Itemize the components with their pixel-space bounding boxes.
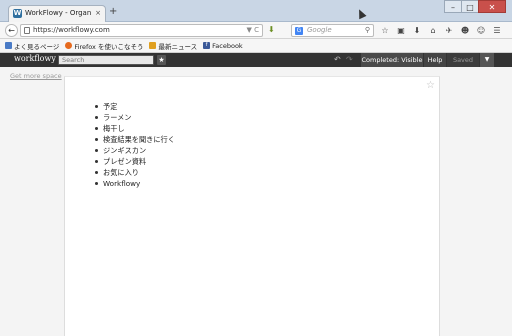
outline-item-text[interactable]: ジンギスカン bbox=[103, 146, 146, 155]
redo-icon[interactable]: ↷ bbox=[346, 55, 353, 65]
bullet-icon[interactable] bbox=[95, 182, 98, 185]
outline-item[interactable]: Workflowy bbox=[93, 178, 175, 189]
bullet-icon[interactable] bbox=[95, 116, 98, 119]
help-button[interactable]: Help bbox=[424, 53, 446, 67]
bookmark-label: よく見るページ bbox=[14, 42, 60, 51]
close-window-button[interactable]: ✕ bbox=[478, 0, 506, 13]
bullet-icon[interactable] bbox=[95, 127, 98, 130]
bullet-icon[interactable] bbox=[95, 138, 98, 141]
outline-item[interactable]: お気に入り bbox=[93, 167, 175, 178]
undo-icon[interactable]: ↶ bbox=[334, 55, 341, 65]
bullet-icon[interactable] bbox=[95, 160, 98, 163]
saved-status: Saved bbox=[447, 53, 479, 67]
facebook-icon: f bbox=[203, 42, 211, 49]
bookmark-firefox[interactable]: Firefox を使いこなそう bbox=[65, 41, 143, 51]
search-placeholder: Search bbox=[62, 56, 85, 64]
search-placeholder[interactable]: Google bbox=[307, 26, 332, 34]
reading-list-icon[interactable]: ▣ bbox=[394, 24, 408, 37]
navigation-bar: ← https://workflowy.com ▼ C ⬇ G Google ⚲… bbox=[0, 22, 512, 39]
star-page-icon[interactable]: ☆ bbox=[426, 81, 435, 91]
bookmark-label: Facebook bbox=[212, 41, 243, 50]
bookmarks-bar: よく見るページ Firefox を使いこなそう 最新ニュース f Faceboo… bbox=[0, 39, 512, 53]
new-tab-button[interactable]: + bbox=[109, 7, 117, 17]
outline-item-text[interactable]: ラーメン bbox=[103, 113, 131, 122]
workflowy-header: workflowy Search ★ ↶ ↷ Completed: Visibl… bbox=[0, 53, 512, 67]
back-button[interactable]: ← bbox=[5, 24, 18, 37]
account-icon[interactable]: ☺ bbox=[474, 24, 488, 37]
outline-item-text[interactable]: プレゼン資料 bbox=[103, 157, 146, 166]
window-titlebar: W WorkFlowy - Organize y... × + – □ ✕ bbox=[0, 0, 512, 22]
mouse-cursor-icon bbox=[355, 7, 367, 20]
maximize-button[interactable]: □ bbox=[461, 0, 479, 13]
search-bar[interactable]: G Google ⚲ bbox=[291, 24, 374, 37]
outline-item-text[interactable]: お気に入り bbox=[103, 168, 139, 177]
outline-item-text[interactable]: 検査結果を聞きに行く bbox=[103, 135, 175, 144]
completed-visible-button[interactable]: Completed: Visible bbox=[361, 53, 423, 67]
tab-close-icon[interactable]: × bbox=[95, 9, 101, 17]
google-engine-icon[interactable]: G bbox=[295, 27, 303, 35]
outline-item[interactable]: 梅干し bbox=[93, 123, 175, 134]
bookmark-facebook[interactable]: f Facebook bbox=[203, 42, 243, 50]
outline-item[interactable]: プレゼン資料 bbox=[93, 156, 175, 167]
get-more-space-link[interactable]: Get more space bbox=[10, 72, 62, 80]
menu-icon[interactable]: ☰ bbox=[490, 24, 504, 37]
outline-item[interactable]: ラーメン bbox=[93, 112, 175, 123]
home-icon[interactable]: ⌂ bbox=[426, 24, 440, 37]
folder-icon bbox=[5, 42, 12, 49]
workflowy-logo[interactable]: workflowy bbox=[14, 54, 56, 63]
search-icon[interactable]: ⚲ bbox=[365, 26, 370, 34]
bookmark-star-icon[interactable]: ☆ bbox=[378, 24, 392, 37]
url-bar[interactable]: https://workflowy.com ▼ C bbox=[20, 24, 263, 37]
outline-list: 予定 ラーメン 梅干し 検査結果を聞きに行く ジンギスカン プレゼン資料 お気に… bbox=[93, 101, 175, 189]
outline-item[interactable]: ジンギスカン bbox=[93, 145, 175, 156]
downloads-icon[interactable]: ⬇ bbox=[410, 24, 424, 37]
bullet-icon[interactable] bbox=[95, 105, 98, 108]
bullet-icon[interactable] bbox=[95, 149, 98, 152]
lock-icon bbox=[24, 27, 30, 34]
bookmark-frequent[interactable]: よく見るページ bbox=[5, 41, 59, 51]
toolbar-icons: ☆ ▣ ⬇ ⌂ ✈ ☻ ☺ ☰ bbox=[378, 24, 506, 37]
outline-item-text[interactable]: 予定 bbox=[103, 102, 117, 111]
bookmark-label: Firefox を使いこなそう bbox=[74, 42, 144, 51]
browser-tab[interactable]: W WorkFlowy - Organize y... × bbox=[8, 5, 106, 22]
outline-item[interactable]: 検査結果を聞きに行く bbox=[93, 134, 175, 145]
settings-dropdown-icon[interactable]: ▼ bbox=[480, 53, 494, 67]
workflowy-search-input[interactable]: Search bbox=[58, 55, 154, 65]
outline-page: ☆ 予定 ラーメン 梅干し 検査結果を聞きに行く ジンギスカン プレゼン資料 お… bbox=[64, 76, 440, 336]
starred-star-icon[interactable]: ★ bbox=[157, 55, 166, 65]
send-icon[interactable]: ✈ bbox=[442, 24, 456, 37]
addon-icon[interactable]: ⬇ bbox=[268, 25, 275, 34]
url-text[interactable]: https://workflowy.com bbox=[33, 26, 110, 34]
bookmark-news[interactable]: 最新ニュース bbox=[149, 41, 197, 51]
tab-title: WorkFlowy - Organize y... bbox=[25, 9, 91, 17]
outline-item-text[interactable]: 梅干し bbox=[103, 124, 125, 133]
bookmark-label: 最新ニュース bbox=[158, 42, 198, 51]
bullet-icon[interactable] bbox=[95, 171, 98, 174]
workflowy-favicon-icon: W bbox=[13, 9, 22, 18]
rss-icon bbox=[149, 42, 157, 49]
chat-icon[interactable]: ☻ bbox=[458, 24, 472, 37]
reload-icon[interactable]: ▼ C bbox=[247, 26, 260, 34]
outline-item[interactable]: 予定 bbox=[93, 101, 175, 112]
firefox-icon bbox=[65, 42, 73, 49]
window-controls: – □ ✕ bbox=[444, 0, 506, 13]
minimize-button[interactable]: – bbox=[444, 0, 462, 13]
outline-item-text[interactable]: Workflowy bbox=[103, 179, 140, 188]
